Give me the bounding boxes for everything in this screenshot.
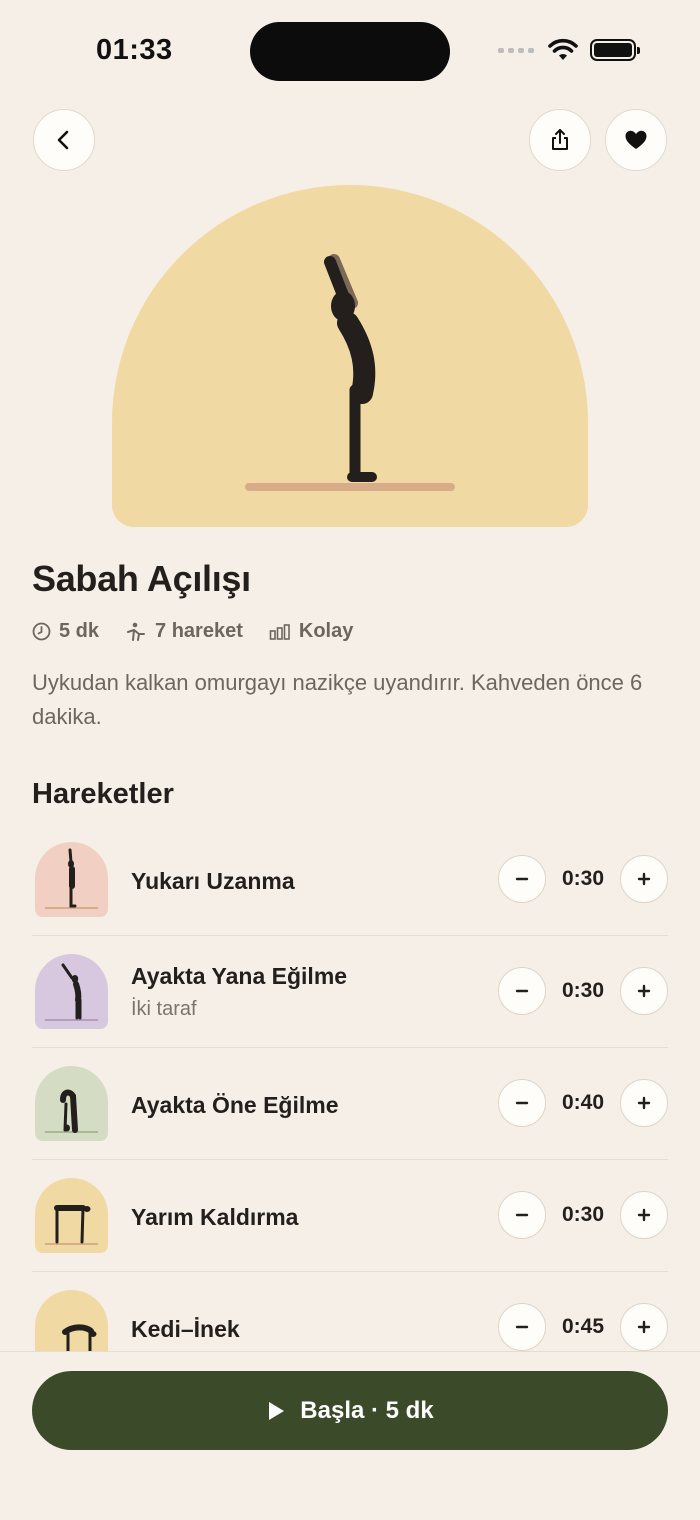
back-button[interactable] [33, 109, 95, 171]
move-name: Kedi–İnek [131, 1316, 240, 1342]
status-icons [498, 38, 640, 62]
move-duration: 0:40 [561, 1091, 605, 1114]
duration-stepper: 0:40 [498, 1079, 668, 1127]
decrease-button[interactable] [498, 855, 546, 903]
routine-meta: 5 dk 7 hareket Kolay [32, 620, 353, 643]
hero-illustration [112, 185, 588, 527]
minus-icon [515, 1101, 529, 1105]
minus-icon [515, 1325, 529, 1329]
standing-stretch-figure [245, 254, 455, 491]
meta-level-label: Kolay [298, 620, 354, 642]
status-bar: 01:33 [0, 0, 700, 100]
move-thumbnail [35, 1178, 108, 1253]
move-duration: 0:30 [561, 979, 605, 1002]
move-name: Yukarı Uzanma [131, 868, 295, 894]
bottom-bar: Başla · 5 dk [0, 1351, 700, 1520]
favorite-button[interactable] [605, 109, 667, 171]
plus-icon [637, 872, 651, 886]
routine-title: Sabah Açılışı [32, 558, 251, 599]
increase-button[interactable] [620, 1191, 668, 1239]
move-thumbnail [35, 954, 108, 1029]
moves-list: Yukarı Uzanma 0:30 Ayakta Yana Eğilme İk… [32, 824, 668, 1351]
increase-button[interactable] [620, 967, 668, 1015]
meta-moves-label: 7 hareket [155, 620, 243, 642]
list-item[interactable]: Yukarı Uzanma 0:30 [32, 824, 668, 936]
plus-icon [637, 1320, 651, 1334]
wifi-icon [548, 38, 578, 60]
list-item[interactable]: Ayakta Yana Eğilme İki taraf 0:30 [32, 936, 668, 1048]
list-item[interactable]: Yarım Kaldırma 0:30 [32, 1160, 668, 1272]
heart-icon [625, 130, 647, 149]
cellular-signal-icon [498, 47, 534, 53]
play-icon [269, 1401, 285, 1420]
share-icon [552, 129, 568, 150]
move-name: Ayakta Yana Eğilme [131, 963, 348, 989]
status-time: 01:33 [96, 34, 173, 66]
meta-level: Kolay [269, 620, 353, 643]
move-name: Yarım Kaldırma [131, 1204, 299, 1230]
decrease-button[interactable] [498, 1191, 546, 1239]
start-button[interactable]: Başla · 5 dk [32, 1371, 668, 1450]
plus-icon [637, 1096, 651, 1110]
duration-stepper: 0:45 [498, 1303, 668, 1351]
decrease-button[interactable] [498, 1303, 546, 1351]
battery-icon [590, 39, 640, 61]
increase-button[interactable] [620, 1079, 668, 1127]
pose-icon [127, 622, 146, 641]
meta-duration-label: 5 dk [59, 620, 100, 642]
move-duration: 0:45 [561, 1315, 605, 1338]
increase-button[interactable] [620, 855, 668, 903]
level-bars-icon [269, 623, 290, 640]
minus-icon [515, 877, 529, 881]
move-thumbnail [35, 1290, 108, 1351]
meta-duration: 5 dk [32, 620, 99, 643]
move-name: Ayakta Öne Eğilme [131, 1092, 339, 1118]
increase-button[interactable] [620, 1303, 668, 1351]
chevron-left-icon [57, 130, 69, 150]
list-item[interactable]: Ayakta Öne Eğilme 0:40 [32, 1048, 668, 1160]
move-duration: 0:30 [561, 867, 605, 890]
move-subtitle: İki taraf [131, 998, 197, 1020]
minus-icon [515, 989, 529, 993]
duration-stepper: 0:30 [498, 855, 668, 903]
share-button[interactable] [529, 109, 591, 171]
list-item[interactable]: Kedi–İnek 0:45 [32, 1272, 668, 1351]
section-title: Hareketler [32, 778, 174, 810]
decrease-button[interactable] [498, 967, 546, 1015]
minus-icon [515, 1213, 529, 1217]
meta-moves: 7 hareket [125, 620, 243, 643]
move-thumbnail [35, 1066, 108, 1141]
start-button-label: Başla · 5 dk [300, 1396, 434, 1424]
routine-description: Uykudan kalkan omurgayı nazikçe uyandırı… [32, 670, 643, 729]
plus-icon [637, 984, 651, 998]
move-thumbnail [35, 842, 108, 917]
move-duration: 0:30 [561, 1203, 605, 1226]
plus-icon [637, 1208, 651, 1222]
decrease-button[interactable] [498, 1079, 546, 1127]
clock-icon [32, 622, 51, 641]
duration-stepper: 0:30 [498, 1191, 668, 1239]
duration-stepper: 0:30 [498, 967, 668, 1015]
dynamic-island [250, 22, 450, 81]
